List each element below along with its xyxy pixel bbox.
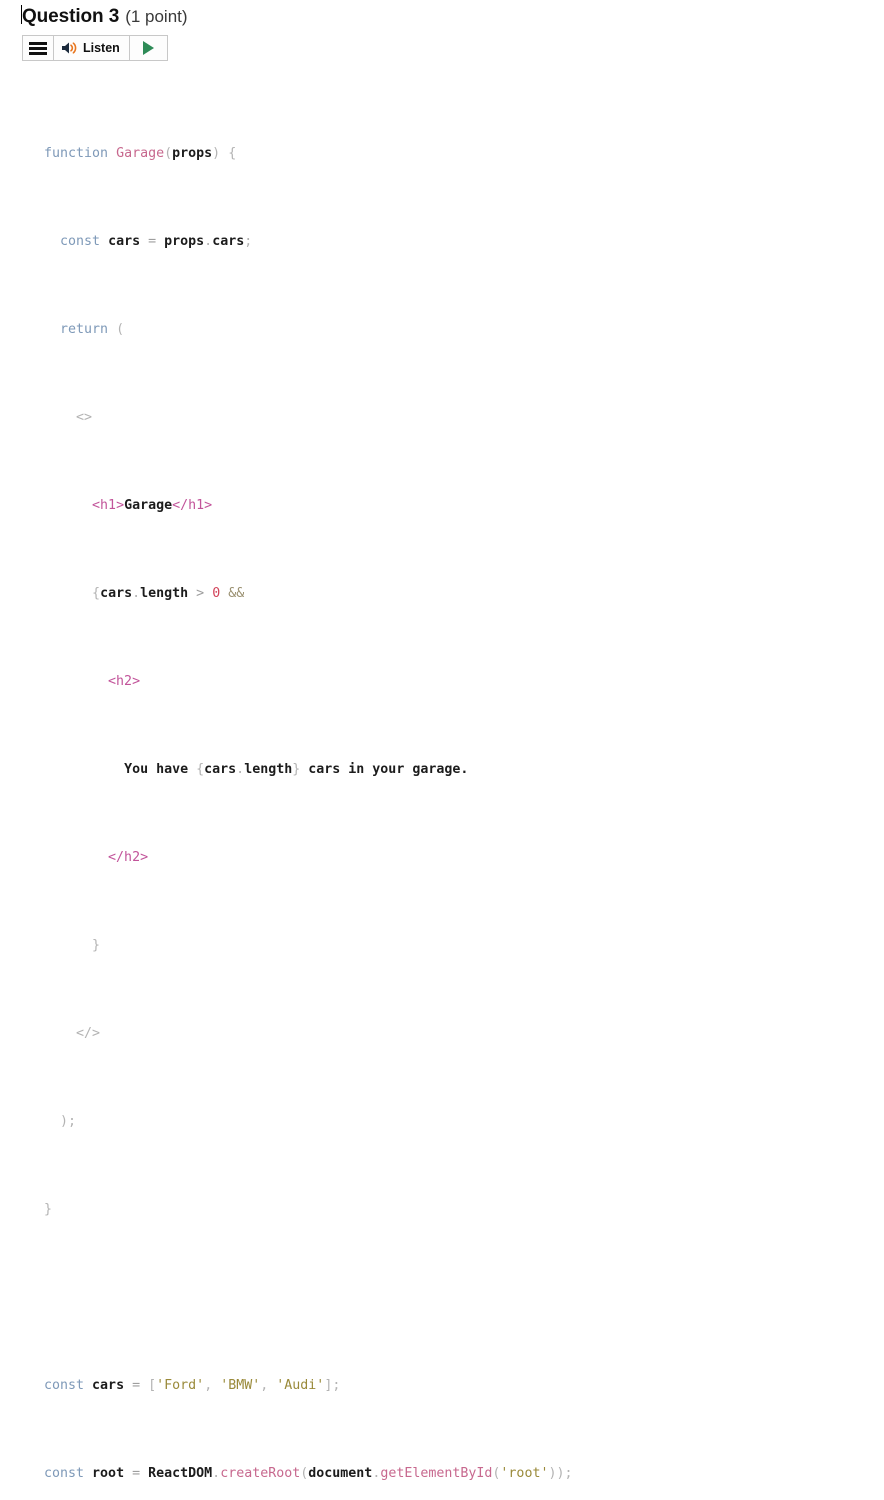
readspeaker-toolbar[interactable]: Listen <box>22 35 168 61</box>
hamburger-bar <box>29 41 47 45</box>
code-line: const root = ReactDOM.createRoot(documen… <box>44 1466 573 1481</box>
code-line: const cars = props.cars; <box>60 234 253 249</box>
hamburger-bar <box>29 51 47 55</box>
question-header: Question 3 (1 point) <box>0 0 884 28</box>
code-line: } <box>92 938 101 953</box>
code-line: const cars = ['Ford', 'BMW', 'Audi']; <box>44 1378 341 1393</box>
hamburger-menu-icon[interactable] <box>23 36 54 60</box>
code-line: ); <box>60 1114 77 1129</box>
code-line: You have {cars.length} cars in your gara… <box>124 762 469 777</box>
code-line: </> <box>76 1026 101 1041</box>
listen-label: Listen <box>83 40 120 55</box>
hamburger-bar <box>29 46 47 50</box>
code-line: <> <box>76 410 93 425</box>
code-line: } <box>44 1202 53 1217</box>
text-cursor <box>21 5 22 24</box>
code-line: </h2> <box>108 850 149 865</box>
question-points: (1 point) <box>125 7 188 26</box>
listen-button[interactable]: Listen <box>54 36 130 60</box>
code-line: {cars.length > 0 && <box>92 586 245 601</box>
code-line: function Garage(props) { <box>44 146 237 161</box>
question-title: Question 3 <box>22 6 120 27</box>
code-line: <h2> <box>108 674 141 689</box>
code-block: function Garage(props) { const cars = pr… <box>0 77 884 1500</box>
code-line: <h1>Garage</h1> <box>92 498 213 513</box>
speaker-sound-icon <box>61 41 78 55</box>
play-triangle-icon[interactable] <box>129 36 167 60</box>
code-line: return ( <box>60 322 125 337</box>
